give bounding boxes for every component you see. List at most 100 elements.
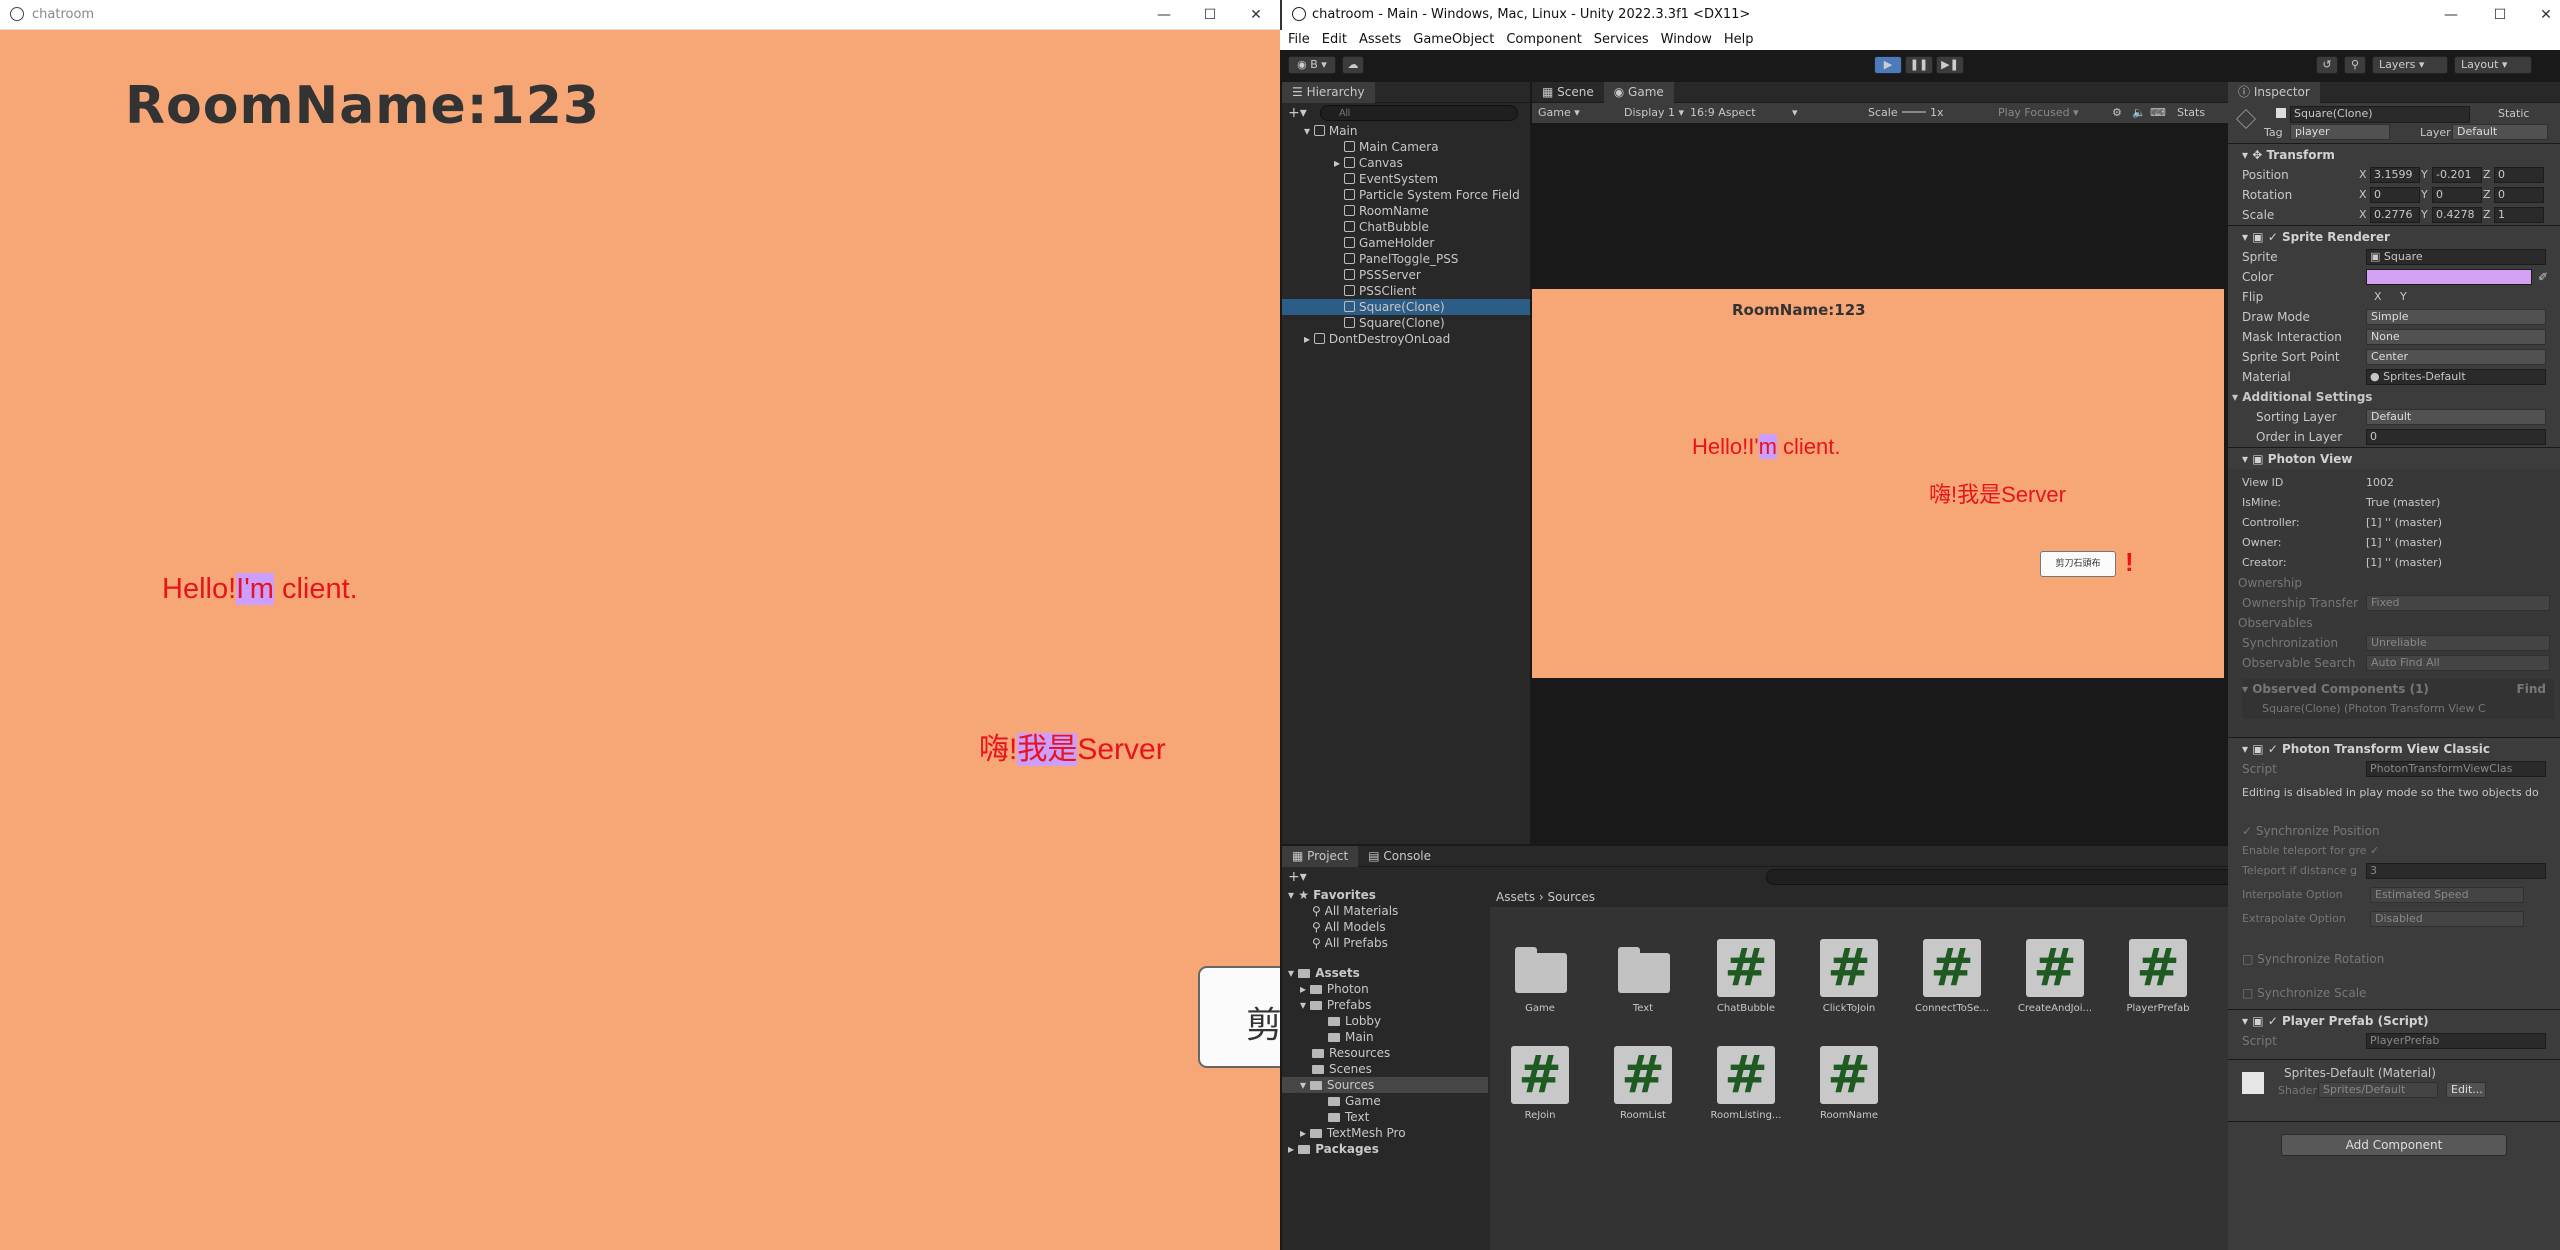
hierarchy-item[interactable]: Square(Clone) bbox=[1282, 315, 1530, 331]
hierarchy-item[interactable]: EventSystem bbox=[1282, 171, 1530, 187]
folder-item[interactable]: Main bbox=[1282, 1029, 1488, 1045]
add-component-button[interactable]: Add Component bbox=[2281, 1134, 2507, 1156]
folder-item[interactable]: ▸ Photon bbox=[1282, 981, 1488, 997]
ptvc-header[interactable]: ▾ ▣ ✓ Photon Transform View Classic bbox=[2228, 737, 2560, 759]
close-icon[interactable]: ✕ bbox=[1245, 4, 1267, 26]
layer-dropdown[interactable]: Default bbox=[2452, 124, 2548, 140]
observed-component-item[interactable]: Square(Clone) (Photon Transform View C bbox=[2242, 699, 2554, 719]
interpolate-dropdown[interactable]: Estimated Speed bbox=[2370, 887, 2524, 903]
menu-item-component[interactable]: Component bbox=[1506, 32, 1581, 47]
extrapolate-dropdown[interactable]: Disabled bbox=[2370, 911, 2524, 927]
menu-item-assets[interactable]: Assets bbox=[1359, 32, 1401, 47]
hierarchy-item[interactable]: PSSServer bbox=[1282, 267, 1530, 283]
menu-item-window[interactable]: Window bbox=[1661, 32, 1712, 47]
hierarchy-item[interactable]: PSSClient bbox=[1282, 283, 1530, 299]
edit-shader-button[interactable]: Edit... bbox=[2446, 1082, 2486, 1098]
aspect-dropdown[interactable]: 16:9 Aspect bbox=[1690, 106, 1756, 119]
rotation-y-field[interactable]: 0 bbox=[2432, 187, 2482, 203]
menu-item-services[interactable]: Services bbox=[1594, 32, 1649, 47]
breadcrumb-item[interactable]: Sources bbox=[1548, 890, 1595, 904]
hierarchy-item[interactable]: PanelToggle_PSS bbox=[1282, 251, 1530, 267]
pause-button[interactable]: ❚❚ bbox=[1905, 56, 1933, 74]
sync-scale-toggle[interactable]: □ Synchronize Scale bbox=[2242, 983, 2560, 1003]
scale-slider[interactable] bbox=[1902, 111, 1926, 113]
script-field[interactable]: PhotonTransformViewClas bbox=[2366, 761, 2546, 777]
sorting-layer-dropdown[interactable]: Default bbox=[2366, 409, 2546, 425]
assets-header[interactable]: ▾ Assets bbox=[1282, 965, 1488, 981]
menu-item-help[interactable]: Help bbox=[1724, 32, 1754, 47]
menu-item-gameobject[interactable]: GameObject bbox=[1413, 32, 1494, 47]
script-asset[interactable]: CreateAndJoi... bbox=[2015, 939, 2095, 1014]
draw-mode-dropdown[interactable]: Simple bbox=[2366, 309, 2546, 325]
folder-item[interactable]: Resources bbox=[1282, 1045, 1488, 1061]
tab-scene[interactable]: ▦ Scene bbox=[1532, 82, 1604, 103]
color-swatch[interactable] bbox=[2366, 269, 2532, 285]
rotation-z-field[interactable]: 0 bbox=[2494, 187, 2544, 203]
tag-dropdown[interactable]: player bbox=[2290, 124, 2390, 140]
observable-search-dropdown[interactable]: Auto Find All bbox=[2366, 655, 2550, 671]
script-asset[interactable]: ReJoin bbox=[1500, 1046, 1580, 1121]
script-asset[interactable]: RoomListing... bbox=[1706, 1046, 1786, 1121]
position-z-field[interactable]: 0 bbox=[2494, 167, 2544, 183]
active-checkbox[interactable] bbox=[2276, 108, 2286, 118]
find-button[interactable]: Find bbox=[2517, 679, 2546, 699]
additional-settings-foldout[interactable]: ▾ Additional Settings bbox=[2232, 387, 2560, 407]
script-asset[interactable]: PlayerPrefab bbox=[2118, 939, 2198, 1014]
breadcrumb-item[interactable]: Assets bbox=[1496, 890, 1535, 904]
play-button[interactable]: ▶ bbox=[1874, 56, 1902, 74]
layout-dropdown[interactable]: Layout ▾ bbox=[2454, 56, 2532, 74]
audio-icon[interactable]: 🔈 bbox=[2132, 106, 2146, 119]
folder-item[interactable]: Text bbox=[1282, 1109, 1488, 1125]
cloud-icon[interactable]: ☁ bbox=[1342, 56, 1364, 74]
step-button[interactable]: ▶❚ bbox=[1936, 56, 1964, 74]
rock-paper-scissors-button[interactable]: 剪 bbox=[1198, 966, 1288, 1068]
hierarchy-item-dontdestroyonload[interactable]: ▸ DontDestroyOnLoad bbox=[1282, 331, 1530, 347]
display-dropdown[interactable]: Display 1 ▾ bbox=[1624, 106, 1684, 119]
gizmos-icon[interactable]: ⚙ bbox=[2112, 106, 2122, 119]
folder-item[interactable]: Game bbox=[1282, 1093, 1488, 1109]
search-icon[interactable]: ⚲ bbox=[2344, 56, 2366, 74]
hierarchy-item[interactable]: Particle System Force Field bbox=[1282, 187, 1530, 203]
add-icon[interactable]: +▾ bbox=[1288, 869, 1307, 885]
flip-x-checkbox[interactable]: X bbox=[2374, 287, 2382, 307]
minimize-icon[interactable]: — bbox=[2440, 4, 2462, 26]
script-asset[interactable]: RoomName bbox=[1809, 1046, 1889, 1121]
script-asset[interactable]: ConnectToSe... bbox=[1912, 939, 1992, 1014]
sort-point-dropdown[interactable]: Center bbox=[2366, 349, 2546, 365]
ownership-transfer-dropdown[interactable]: Fixed bbox=[2366, 595, 2550, 611]
keyboard-icon[interactable]: ⌨ bbox=[2150, 106, 2166, 119]
tab-game[interactable]: ◉ Game bbox=[1603, 82, 1674, 103]
flip-y-checkbox[interactable]: Y bbox=[2400, 287, 2407, 307]
photon-view-header[interactable]: ▾ ▣ Photon View bbox=[2228, 447, 2560, 469]
order-field[interactable]: 0 bbox=[2366, 429, 2546, 445]
play-focused-dropdown[interactable]: Play Focused ▾ bbox=[1998, 106, 2079, 119]
sprite-renderer-header[interactable]: ▾ ▣ ✓ Sprite Renderer bbox=[2228, 225, 2560, 247]
folder-item[interactable]: Lobby bbox=[1282, 1013, 1488, 1029]
script-asset[interactable]: ClickToJoin bbox=[1809, 939, 1889, 1014]
hierarchy-item[interactable]: Main Camera bbox=[1282, 139, 1530, 155]
mask-dropdown[interactable]: None bbox=[2366, 329, 2546, 345]
observed-components-foldout[interactable]: ▾ Observed Components (1) Find bbox=[2242, 679, 2554, 699]
sprite-field[interactable]: ▣ Square bbox=[2366, 249, 2546, 265]
rotation-x-field[interactable]: 0 bbox=[2370, 187, 2420, 203]
hierarchy-search-input[interactable] bbox=[1320, 105, 1518, 121]
hierarchy-item[interactable]: ▸ Canvas bbox=[1282, 155, 1530, 171]
position-x-field[interactable]: 3.1599 bbox=[2370, 167, 2420, 183]
minimize-icon[interactable]: — bbox=[1153, 4, 1175, 26]
scale-y-field[interactable]: 0.4278 bbox=[2432, 207, 2482, 223]
history-icon[interactable]: ↺ bbox=[2316, 56, 2338, 74]
material-field[interactable]: ● Sprites-Default bbox=[2366, 369, 2546, 385]
favorite-item[interactable]: ⚲ All Models bbox=[1282, 919, 1488, 935]
display-mode-dropdown[interactable]: Game ▾ bbox=[1538, 106, 1580, 119]
hierarchy-item-main[interactable]: ▾ Main bbox=[1282, 123, 1530, 139]
tab-project[interactable]: ▦ Project bbox=[1282, 846, 1359, 867]
sync-position-toggle[interactable]: ✓ Synchronize Position bbox=[2242, 821, 2560, 841]
favorites-header[interactable]: ▾ ★ Favorites bbox=[1282, 887, 1488, 903]
maximize-icon[interactable]: ☐ bbox=[2489, 4, 2511, 26]
object-name-field[interactable]: Square(Clone) bbox=[2290, 106, 2470, 123]
shader-dropdown[interactable]: Sprites/Default bbox=[2318, 1082, 2438, 1098]
hierarchy-item[interactable]: GameHolder bbox=[1282, 235, 1530, 251]
teleport-checkbox[interactable]: ✓ bbox=[2370, 841, 2379, 861]
script-asset[interactable]: ChatBubble bbox=[1706, 939, 1786, 1014]
favorite-item[interactable]: ⚲ All Prefabs bbox=[1282, 935, 1488, 951]
